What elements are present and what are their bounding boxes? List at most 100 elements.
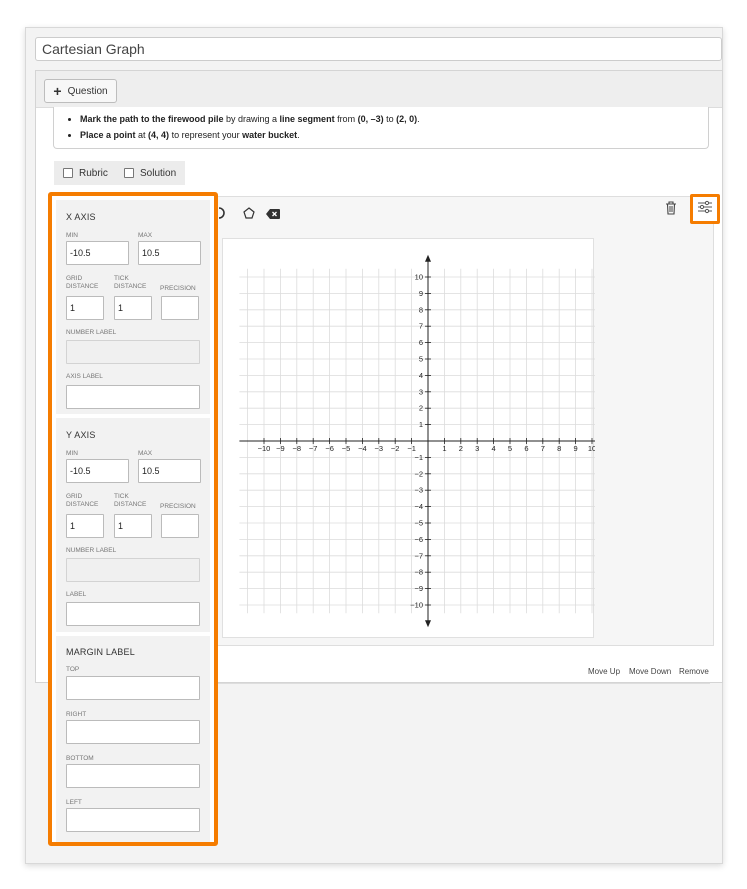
y-tick-label: −3 [414,486,423,495]
y-tick-label: −4 [414,502,423,511]
y-tick-label: TICK DISTANCE [114,493,147,508]
rubric-label: Rubric [79,167,108,179]
x-tick-input[interactable] [114,296,152,320]
polygon-tool-icon[interactable] [243,207,255,222]
stem-item-1: Mark the path to the firewood pile by dr… [80,111,708,127]
x-tick-label: 3 [475,444,479,453]
x-number-label-input [66,340,200,364]
y-tick-label: 8 [419,305,423,314]
y-tick-label: −1 [414,453,423,462]
rubric-checkbox[interactable] [63,168,73,178]
y-precision-input[interactable] [161,514,199,538]
x-tick-label: 1 [442,444,446,453]
x-tick-label: 6 [524,444,528,453]
y-label-input[interactable] [66,602,200,626]
plot-canvas[interactable]: −10 −9 −8 −7 −6 −5 −4 −3 −2 −1 1 2 3 4 5 6 7 8 9 10 10 9 8 7 6 5 4… [223,239,615,639]
stem-item-2: Place a point at (4, 4) to represent you… [80,127,708,143]
x-min-input[interactable] [66,241,129,265]
x-tick-label: −6 [325,444,334,453]
y-grid-input[interactable] [66,514,104,538]
x-precision-label: PRECISION [160,285,196,292]
settings-button[interactable] [690,194,720,224]
delete-tool-icon[interactable] [266,207,280,222]
circle-tool-icon[interactable] [217,207,227,222]
rubric-toggle[interactable]: Rubric [54,161,117,185]
solution-checkbox[interactable] [124,168,134,178]
y-number-label-input [66,558,200,582]
y-tick-input[interactable] [114,514,152,538]
y-max-input[interactable] [138,459,201,483]
y-tick-label: −7 [414,551,423,560]
panel-header: + Question [36,71,722,108]
y-label-label: LABEL [66,591,87,598]
margin-bottom-input[interactable] [66,764,200,788]
move-down-link[interactable]: Move Down [629,667,671,676]
y-min-input[interactable] [66,459,129,483]
x-max-input[interactable] [138,241,201,265]
y-axis-section: Y AXIS MIN MAX GRID DISTANCE TICK DISTAN… [56,418,210,632]
x-min-label: MIN [66,232,78,239]
margin-top-input[interactable] [66,676,200,700]
y-tick-label: 3 [419,387,423,396]
solution-label: Solution [140,167,177,179]
x-grid-input[interactable] [66,296,104,320]
y-min-label: MIN [66,450,78,457]
x-tick-label: −2 [391,444,400,453]
margin-bottom-label: BOTTOM [66,755,94,762]
x-tick-label: 9 [574,444,578,453]
x-tick-label: 10 [588,444,595,453]
x-max-label: MAX [138,232,153,239]
margin-right-input[interactable] [66,720,200,744]
y-tick-label: 2 [419,404,423,413]
y-tick-label: −8 [414,568,423,577]
trash-icon[interactable] [665,201,677,220]
margin-top-label: TOP [66,666,80,673]
y-axis-arrow-top [425,254,431,262]
plus-icon: + [53,83,62,99]
x-tick-label: −8 [293,444,302,453]
x-tick-label: 4 [492,444,496,453]
y-grid-label: GRID DISTANCE [66,493,99,508]
x-tick-label: −10 [258,444,271,453]
axis-settings-panel: X AXIS MIN MAX GRID DISTANCE TICK DISTAN… [48,192,218,846]
title-input[interactable] [35,37,722,61]
y-tick-label: 6 [419,338,423,347]
y-max-label: MAX [138,450,153,457]
margin-label-title: MARGIN LABEL [66,647,135,657]
margin-left-label: LEFT [66,799,82,806]
x-tick-label: −9 [276,444,285,453]
margin-right-label: RIGHT [66,711,87,718]
y-tick-label: −2 [414,469,423,478]
x-tick-label: −3 [375,444,384,453]
x-tick-label: −7 [309,444,318,453]
x-axis-section: X AXIS MIN MAX GRID DISTANCE TICK DISTAN… [56,200,210,414]
x-tick-label: −5 [342,444,351,453]
x-tick-label: 2 [459,444,463,453]
y-tick-label: −5 [414,519,423,528]
margin-left-input[interactable] [66,808,200,832]
x-number-label-label: NUMBER LABEL [66,329,117,336]
x-tick-label: 7 [541,444,545,453]
x-tick-label: 8 [557,444,561,453]
y-tick-label: 10 [415,273,423,282]
x-precision-input[interactable] [161,296,199,320]
y-tick-label: 1 [419,420,423,429]
margin-label-section: MARGIN LABEL TOP RIGHT BOTTOM LEFT [56,636,210,842]
y-tick-label: −10 [410,601,423,610]
y-tick-label: −9 [414,584,423,593]
add-question-button[interactable]: + Question [44,79,117,103]
y-axis-arrow-bottom [425,620,431,628]
y-axis-title: Y AXIS [66,430,96,440]
y-tick-label: 7 [419,322,423,331]
x-axis-title: X AXIS [66,212,96,222]
y-tick-label: 4 [419,371,423,380]
move-up-link[interactable]: Move Up [588,667,620,676]
remove-link[interactable]: Remove [679,667,709,676]
cartesian-plot[interactable]: −10 −9 −8 −7 −6 −5 −4 −3 −2 −1 1 2 3 4 5 6 7 8 9 10 10 9 8 7 6 5 4… [222,238,615,639]
solution-toggle[interactable]: Solution [115,161,186,185]
x-axis-label-input[interactable] [66,385,200,409]
x-axis-label-label: AXIS LABEL [66,373,103,380]
sliders-icon [697,200,713,219]
y-tick-label: 5 [419,355,423,364]
x-tick-label: −1 [407,444,416,453]
